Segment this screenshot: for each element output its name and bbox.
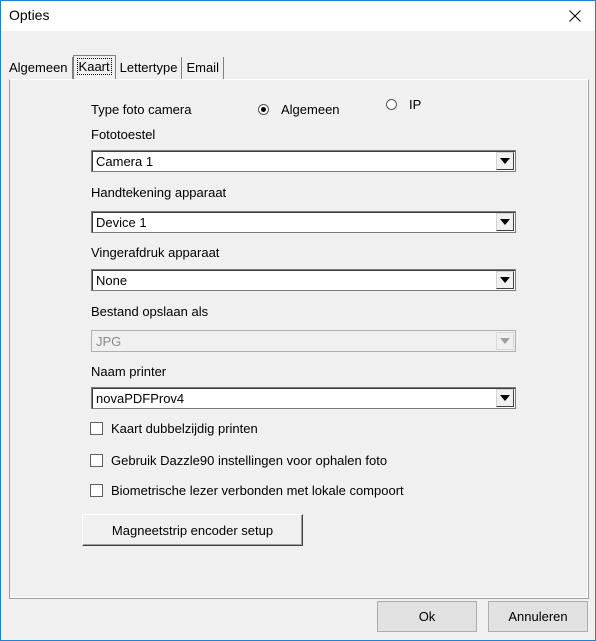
radio-ip[interactable]: IP: [386, 97, 421, 112]
checkbox-box: [90, 422, 103, 435]
radio-circle: [386, 99, 397, 110]
select-value: Camera 1: [96, 154, 154, 169]
encoder-setup-button[interactable]: Magneetstrip encoder setup: [82, 514, 303, 546]
title-bar: Opties: [1, 1, 595, 31]
window-title: Opties: [9, 7, 50, 23]
checkbox-label: Kaart dubbelzijdig printen: [111, 421, 258, 436]
tab-algemeen[interactable]: Algemeen: [7, 57, 73, 79]
tab-email[interactable]: Email: [182, 57, 224, 79]
radio-label: Algemeen: [281, 102, 340, 117]
ok-button[interactable]: Ok: [377, 601, 477, 632]
select-value: JPG: [96, 334, 122, 349]
chevron-down-icon: [500, 395, 510, 401]
dropdown-button[interactable]: [496, 389, 514, 407]
dropdown-button[interactable]: [496, 213, 514, 231]
checkbox-label: Biometrische lezer verbonden met lokale …: [111, 483, 404, 498]
select-value: None: [96, 273, 128, 288]
chevron-down-icon: [500, 219, 510, 225]
dropdown-button[interactable]: [496, 271, 514, 289]
checkbox-dazzle90[interactable]: Gebruik Dazzle90 instellingen voor ophal…: [90, 453, 387, 468]
dropdown-button[interactable]: [496, 152, 514, 170]
checkbox-biometrisch[interactable]: Biometrische lezer verbonden met lokale …: [90, 483, 404, 498]
bestand-select: JPG: [91, 330, 516, 352]
select-value: novaPDFProv4: [96, 391, 185, 406]
tab-lettertype[interactable]: Lettertype: [115, 57, 183, 79]
handtekening-label: Handtekening apparaat: [91, 185, 227, 200]
vingerafdruk-select[interactable]: None: [91, 269, 516, 291]
close-icon: [569, 10, 581, 22]
tab-label: Email: [186, 60, 219, 75]
tab-label: Lettertype: [119, 60, 178, 75]
handtekening-select[interactable]: Device 1: [91, 211, 516, 233]
checkbox-box: [90, 484, 103, 497]
select-value: Device 1: [96, 215, 147, 230]
chevron-down-icon: [500, 338, 510, 344]
close-button[interactable]: [555, 1, 595, 31]
printer-label: Naam printer: [91, 364, 167, 379]
printer-select[interactable]: novaPDFProv4: [91, 387, 516, 409]
radio-algemeen[interactable]: Algemeen: [258, 102, 340, 117]
camera-type-label: Type foto camera: [91, 102, 192, 117]
tab-kaart[interactable]: Kaart: [72, 55, 116, 79]
cancel-button[interactable]: Annuleren: [488, 601, 588, 632]
tab-label: Kaart: [76, 58, 112, 75]
chevron-down-icon: [500, 158, 510, 164]
tab-label: Algemeen: [9, 60, 68, 75]
radio-label: IP: [409, 97, 422, 112]
fototoestel-label: Fototoestel: [91, 127, 156, 142]
dropdown-button: [496, 332, 514, 350]
options-dialog: Opties Algemeen Kaart Lettertype Email T…: [0, 0, 596, 641]
bestand-label: Bestand opslaan als: [91, 304, 209, 319]
checkbox-dubbelzijdig[interactable]: Kaart dubbelzijdig printen: [90, 421, 258, 436]
chevron-down-icon: [500, 277, 510, 283]
checkbox-box: [90, 454, 103, 467]
vingerafdruk-label: Vingerafdruk apparaat: [91, 245, 220, 260]
tab-strip: Algemeen Kaart Lettertype Email: [7, 55, 224, 79]
checkbox-label: Gebruik Dazzle90 instellingen voor ophal…: [111, 453, 388, 468]
fototoestel-select[interactable]: Camera 1: [91, 150, 516, 172]
radio-circle: [258, 104, 269, 115]
